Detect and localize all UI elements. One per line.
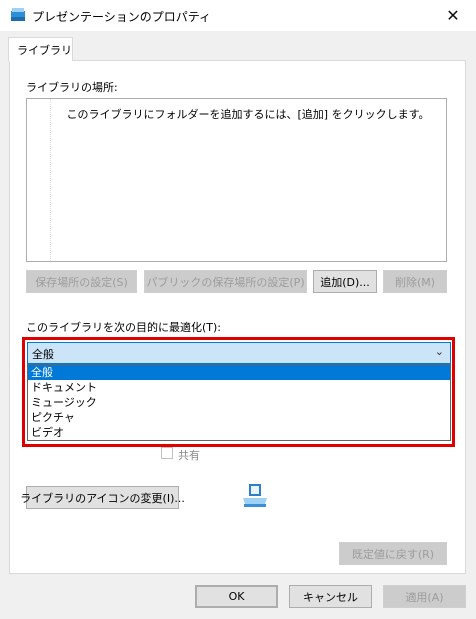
cancel-button[interactable]: キャンセル <box>289 585 372 608</box>
optimize-dropdown-list: 全般 ドキュメント ミュージック ピクチャ ビデオ <box>27 364 451 441</box>
library-locations-list[interactable]: このライブラリにフォルダーを追加するには、[追加] をクリックします。 <box>26 98 447 262</box>
change-library-icon-button[interactable]: ライブラリのアイコンの変更(I)... <box>20 486 185 509</box>
dropdown-option-pictures[interactable]: ピクチャ <box>28 410 450 425</box>
library-locations-label: ライブラリの場所: <box>26 81 118 94</box>
dropdown-option-music[interactable]: ミュージック <box>28 395 450 410</box>
library-preview-icon <box>243 484 267 507</box>
dropdown-option-general[interactable]: 全般 <box>28 365 450 380</box>
set-public-save-location-button[interactable]: パブリックの保存場所の設定(P) <box>144 270 307 293</box>
library-icon <box>11 8 25 21</box>
optimize-selected-value: 全般 <box>32 348 54 361</box>
list-column-divider <box>50 99 51 261</box>
restore-defaults-button[interactable]: 既定値に戻す(R) <box>339 542 447 565</box>
optimize-label: このライブラリを次の目的に最適化(T): <box>26 321 222 334</box>
apply-button[interactable]: 適用(A) <box>383 585 466 608</box>
ok-button[interactable]: OK <box>195 585 278 608</box>
remove-button[interactable]: 削除(M) <box>383 270 447 293</box>
optimize-select[interactable]: 全般 ⌄ <box>27 342 451 364</box>
title-bar: プレゼンテーションのプロパティ ✕ <box>0 0 476 31</box>
window-title: プレゼンテーションのプロパティ <box>32 10 212 24</box>
tab-library-label: ライブラリ <box>17 44 72 57</box>
add-button[interactable]: 追加(D)... <box>313 270 377 293</box>
close-button[interactable]: ✕ <box>430 0 476 31</box>
empty-list-message: このライブラリにフォルダーを追加するには、[追加] をクリックします。 <box>66 108 430 121</box>
close-icon: ✕ <box>446 6 460 25</box>
tab-library[interactable]: ライブラリ <box>8 37 73 61</box>
shared-checkbox[interactable] <box>161 447 173 459</box>
dropdown-option-documents[interactable]: ドキュメント <box>28 380 450 395</box>
dropdown-option-videos[interactable]: ビデオ <box>28 425 450 440</box>
shared-label: 共有 <box>178 449 200 462</box>
chevron-down-icon: ⌄ <box>434 345 444 358</box>
set-save-location-button[interactable]: 保存場所の設定(S) <box>26 270 137 293</box>
